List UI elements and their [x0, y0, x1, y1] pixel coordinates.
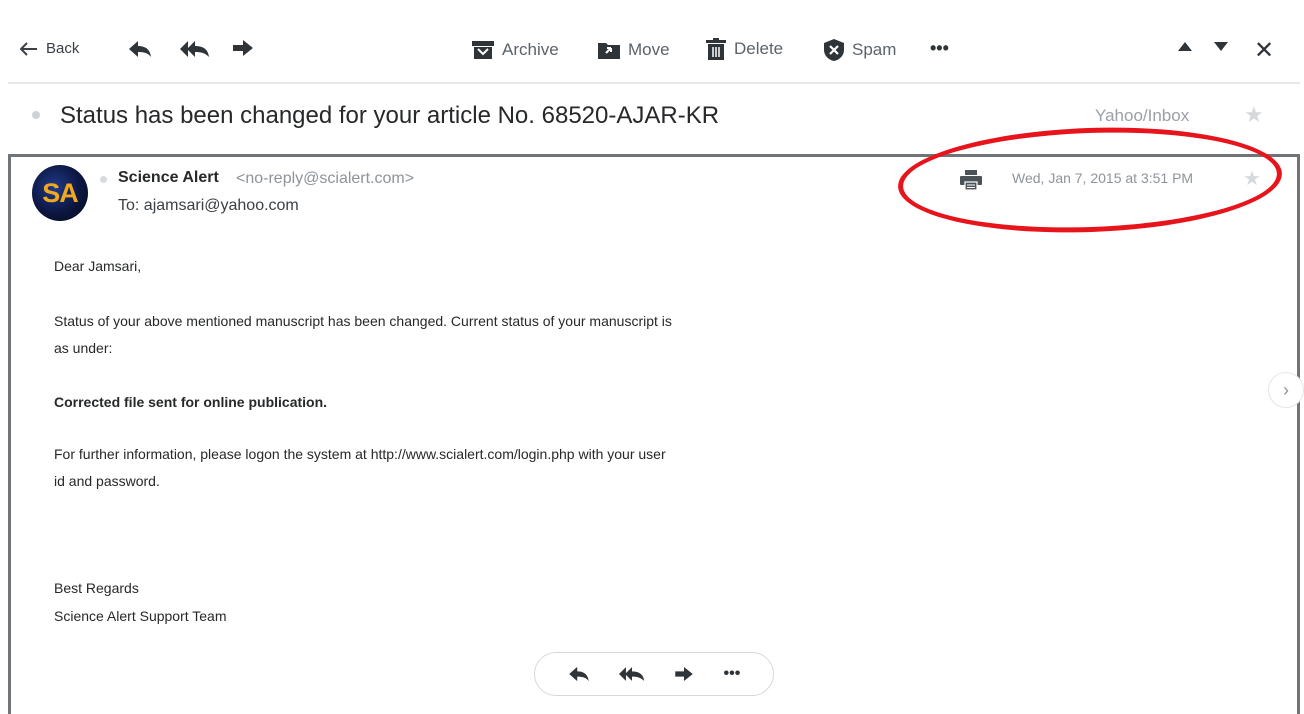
previous-message-button[interactable]	[1178, 42, 1192, 51]
spam-label: Spam	[852, 40, 897, 59]
back-button[interactable]: Back	[20, 40, 79, 57]
archive-label: Archive	[502, 40, 559, 59]
quick-forward-button[interactable]	[674, 667, 694, 681]
close-button[interactable]: ✕	[1254, 36, 1274, 65]
back-label: Back	[46, 40, 80, 57]
message-subject: Status has been changed for your article…	[60, 102, 720, 129]
shield-x-icon	[824, 39, 844, 61]
message-date: Wed, Jan 7, 2015 at 3:51 PM	[1012, 170, 1194, 186]
delete-label: Delete	[734, 39, 784, 58]
next-pane-button[interactable]: ›	[1268, 372, 1304, 408]
reply-all-button[interactable]	[180, 40, 210, 58]
body-paragraph-2-line-2: id and password.	[54, 473, 160, 489]
more-actions-button[interactable]: •••	[930, 38, 949, 59]
archive-icon	[472, 41, 494, 59]
recipient-line: To: ajamsari@yahoo.com	[118, 197, 299, 214]
print-button[interactable]	[960, 170, 982, 195]
body-status: Corrected file sent for online publicati…	[54, 394, 328, 410]
avatar: SA	[32, 165, 88, 221]
body-greeting: Dear Jamsari,	[54, 258, 142, 274]
more-icon: •••	[930, 38, 949, 58]
quick-more-button[interactable]: •••	[724, 665, 741, 683]
archive-button[interactable]: Archive	[472, 40, 559, 60]
reply-all-icon	[618, 667, 645, 681]
message-star-icon[interactable]: ★	[1243, 166, 1261, 191]
next-message-button[interactable]	[1214, 42, 1228, 51]
body-paragraph-2-line-1: For further information, please logon th…	[54, 446, 666, 462]
reply-button[interactable]	[128, 40, 152, 58]
caret-down-icon	[1214, 42, 1228, 51]
close-icon: ✕	[1254, 37, 1275, 64]
body-paragraph-1-line-2: as under:	[54, 340, 113, 356]
move-button[interactable]: Move	[598, 40, 670, 60]
subject-row: Status has been changed for your article…	[0, 84, 1304, 154]
chevron-right-icon: ›	[1283, 379, 1289, 400]
trash-icon	[706, 38, 726, 60]
reply-icon	[129, 41, 151, 57]
forward-icon	[675, 667, 693, 681]
folder-link[interactable]: Yahoo/Inbox	[1095, 106, 1189, 126]
unread-dot	[32, 111, 40, 119]
arrow-left-icon	[20, 41, 37, 56]
sender-status-dot	[100, 176, 107, 183]
body-closing-1: Best Regards	[54, 580, 139, 596]
forward-button[interactable]	[232, 40, 254, 56]
sender-email[interactable]: <no-reply@scialert.com>	[236, 170, 414, 188]
message-toolbar: Back Archive Move Delete Spam ••• ✕	[0, 0, 1304, 84]
quick-actions-bar: •••	[534, 652, 774, 696]
quick-reply-all-button[interactable]	[618, 666, 645, 682]
spam-button[interactable]: Spam	[824, 39, 896, 61]
quick-reply-button[interactable]	[568, 666, 590, 682]
caret-up-icon	[1178, 42, 1192, 51]
message-pane	[8, 154, 1300, 714]
move-label: Move	[628, 40, 670, 59]
body-closing-2: Science Alert Support Team	[54, 608, 227, 624]
printer-icon	[960, 170, 982, 191]
move-to-folder-icon	[598, 43, 620, 59]
sender-name[interactable]: Science Alert	[118, 169, 219, 187]
body-paragraph-1-line-1: Status of your above mentioned manuscrip…	[54, 313, 672, 329]
reply-all-icon	[180, 41, 209, 57]
delete-button[interactable]: Delete	[706, 38, 783, 60]
reply-icon	[568, 666, 589, 682]
forward-icon	[233, 40, 253, 56]
star-icon[interactable]: ★	[1244, 102, 1264, 128]
